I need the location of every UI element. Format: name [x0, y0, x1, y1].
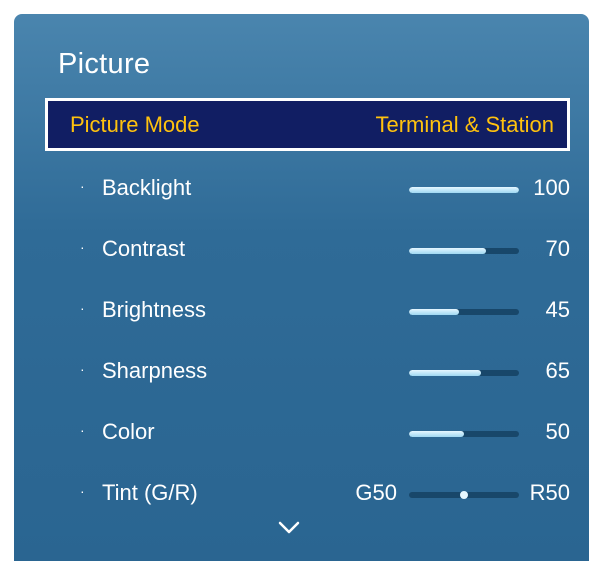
sharpness-label: Sharpness: [102, 358, 208, 383]
picture-mode-label: Picture Mode: [70, 111, 200, 137]
sharpness-slider[interactable]: [409, 370, 519, 376]
picture-mode-value: Terminal & Station: [375, 111, 554, 137]
picture-mode-item[interactable]: Picture Mode Terminal & Station: [45, 98, 570, 151]
bullet-dot: ·: [80, 483, 85, 499]
backlight-label: Backlight: [102, 175, 192, 200]
tint-slider[interactable]: [409, 491, 519, 499]
tint-green-value: G50: [355, 480, 397, 505]
brightness-slider[interactable]: [409, 309, 519, 315]
menu-item-color[interactable]: · Color 50: [45, 412, 570, 452]
backlight-slider[interactable]: [409, 187, 519, 193]
contrast-label: Contrast: [102, 236, 186, 261]
menu-title: Picture: [58, 48, 151, 80]
menu-item-sharpness[interactable]: · Sharpness 65: [45, 351, 570, 391]
menu-item-contrast[interactable]: · Contrast 70: [45, 229, 570, 269]
bullet-dot: ·: [80, 300, 85, 316]
contrast-value: 70: [545, 236, 570, 261]
color-slider-fill: [409, 431, 464, 437]
sharpness-value: 65: [545, 358, 570, 383]
menu-item-tint[interactable]: · Tint (G/R) G50 R50: [45, 473, 570, 513]
contrast-slider-fill: [409, 248, 486, 254]
bullet-dot: ·: [80, 178, 85, 194]
bullet-dot: ·: [80, 361, 85, 377]
contrast-slider[interactable]: [409, 248, 519, 254]
bullet-dot: ·: [80, 422, 85, 438]
brightness-value: 45: [545, 297, 570, 322]
tint-red-value: R50: [529, 480, 570, 505]
backlight-value: 100: [533, 175, 570, 200]
color-value: 50: [545, 419, 570, 444]
tint-label: Tint (G/R): [102, 480, 198, 505]
backlight-slider-fill: [409, 187, 519, 193]
bullet-dot: ·: [80, 239, 85, 255]
brightness-slider-fill: [409, 309, 459, 315]
chevron-down-icon[interactable]: [278, 521, 300, 535]
color-label: Color: [102, 419, 155, 444]
color-slider[interactable]: [409, 431, 519, 437]
menu-item-brightness[interactable]: · Brightness 45: [45, 290, 570, 330]
tint-slider-knob[interactable]: [460, 491, 468, 499]
brightness-label: Brightness: [102, 297, 206, 322]
menu-item-backlight[interactable]: · Backlight 100: [45, 168, 570, 208]
sharpness-slider-fill: [409, 370, 481, 376]
